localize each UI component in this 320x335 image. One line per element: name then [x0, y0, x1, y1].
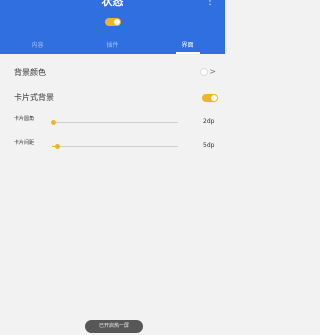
toast-message: 已开启热一屏 [85, 320, 143, 333]
toggle-knob [114, 19, 120, 25]
more-vert-icon[interactable]: ⋮ [205, 0, 215, 7]
chevron-right-icon: > [209, 67, 216, 76]
card-spacing-slider[interactable] [52, 144, 178, 149]
card-spacing-label: 卡片间距 [14, 140, 35, 146]
card-radius-slider[interactable] [51, 120, 178, 125]
page-title: 状态 [101, 0, 124, 8]
toggle-knob [211, 95, 217, 101]
tab-bar: 内容 插件 界面 [0, 38, 225, 54]
slider-thumb[interactable] [55, 144, 60, 149]
card-radius-value: 2dp [203, 118, 215, 125]
slider-thumb[interactable] [51, 120, 56, 125]
card-radius-label: 卡片圆角 [14, 116, 35, 122]
background-color-control[interactable]: > [200, 67, 216, 76]
app-bar: 状态 ⋮ 内容 插件 界面 [0, 0, 225, 54]
card-background-toggle[interactable] [202, 94, 218, 102]
master-toggle[interactable] [105, 18, 121, 26]
tab-plugins[interactable]: 插件 [75, 38, 150, 54]
tab-content[interactable]: 内容 [0, 38, 75, 54]
color-swatch-icon [200, 67, 209, 76]
background-color-label[interactable]: 背景颜色 [14, 68, 46, 78]
tab-interface[interactable]: 界面 [150, 38, 225, 54]
card-background-label[interactable]: 卡片式背景 [14, 93, 54, 103]
card-spacing-value: 5dp [203, 142, 215, 149]
